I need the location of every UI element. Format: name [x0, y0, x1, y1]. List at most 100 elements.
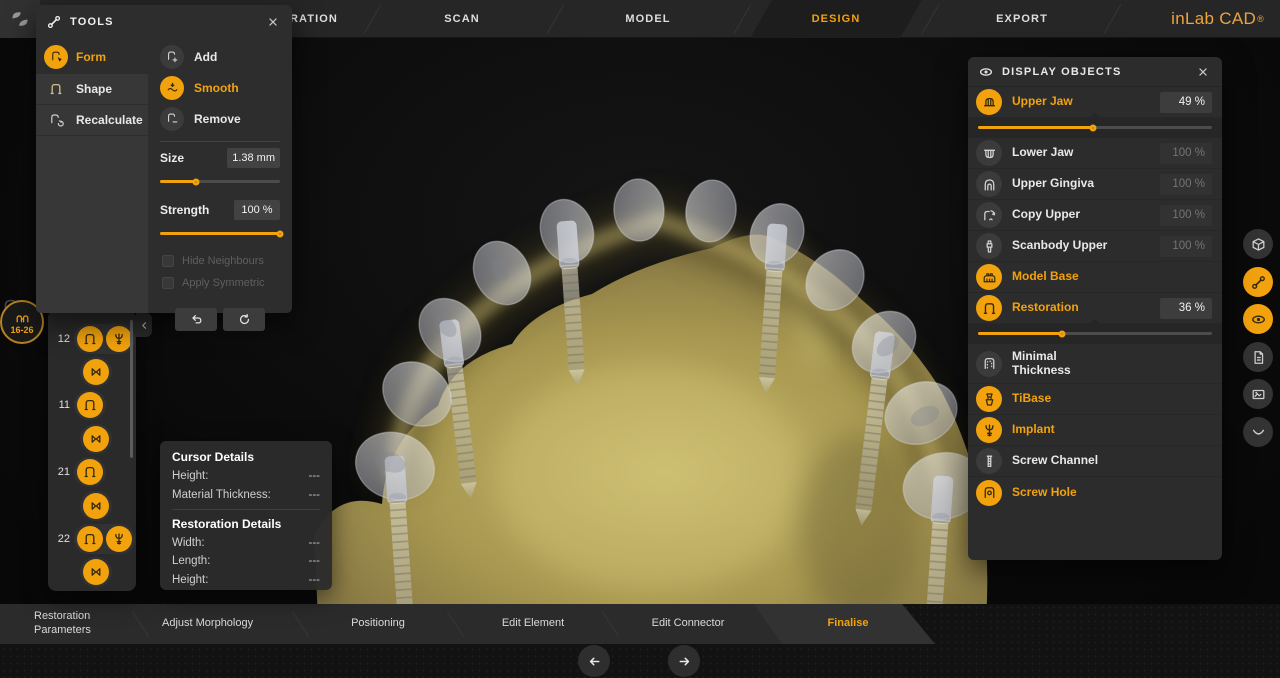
- strength-slider[interactable]: [150, 224, 290, 244]
- crown-icon[interactable]: [77, 326, 103, 352]
- tooth-number: 22: [54, 533, 70, 545]
- app-window: ADMINISTRATION SCAN MODEL DESIGN EXPORT …: [0, 0, 1280, 678]
- connector-icon[interactable]: [83, 426, 109, 452]
- tooth-number: 21: [54, 466, 70, 478]
- display-item-upper-gingiva[interactable]: Upper Gingiva 100 %: [968, 169, 1222, 200]
- item-label: Scanbody Upper: [1012, 239, 1150, 252]
- connector-icon[interactable]: [83, 559, 109, 585]
- reset-button[interactable]: [223, 308, 265, 331]
- strength-slider-knob[interactable]: [277, 230, 284, 237]
- opacity-value[interactable]: 100 %: [1160, 143, 1212, 164]
- tools-detail-column: Add Smooth Remove Size 1.38 mm Strength …: [148, 41, 292, 313]
- display-item-scanbody-upper[interactable]: Scanbody Upper 100 %: [968, 231, 1222, 262]
- undo-redo-row: [148, 308, 292, 331]
- display-item-lower-jaw[interactable]: Lower Jaw 100 %: [968, 138, 1222, 169]
- tools-toggle-button[interactable]: [1243, 267, 1273, 297]
- apply-symmetric-checkbox[interactable]: Apply Symmetric: [148, 272, 292, 294]
- display-item-model-base[interactable]: Model Base: [968, 262, 1222, 293]
- tab-export[interactable]: EXPORT: [996, 0, 1048, 38]
- size-slider[interactable]: [150, 172, 290, 192]
- tools-close-button[interactable]: [264, 13, 282, 31]
- display-item-implant[interactable]: Implant: [968, 415, 1222, 446]
- image-icon: [1250, 386, 1267, 403]
- step-adjust-morphology[interactable]: Adjust Morphology: [162, 604, 254, 644]
- connector-row: [48, 355, 136, 388]
- crown-icon[interactable]: [77, 459, 103, 485]
- step-positioning[interactable]: Positioning: [351, 604, 405, 644]
- strength-value[interactable]: 100 %: [234, 200, 280, 220]
- opacity-value[interactable]: 100 %: [1160, 205, 1212, 226]
- item-label: Model Base: [1012, 270, 1212, 283]
- tools-mode-recalculate[interactable]: Recalculate: [36, 105, 148, 136]
- tooth-number: 11: [54, 399, 70, 411]
- lower-jaw-icon: [976, 140, 1002, 166]
- undo-button[interactable]: [175, 308, 217, 331]
- step-edit-element[interactable]: Edit Element: [502, 604, 564, 644]
- strength-label: Strength: [160, 203, 209, 217]
- display-item-screw-channel[interactable]: Screw Channel: [968, 446, 1222, 477]
- item-label: Restoration: [1012, 301, 1150, 314]
- registered-mark: ®: [1257, 14, 1264, 24]
- display-close-button[interactable]: [1194, 63, 1212, 81]
- implant-icon[interactable]: [106, 326, 132, 352]
- opacity-value[interactable]: 49 %: [1160, 92, 1212, 113]
- hide-neighbours-checkbox[interactable]: Hide Neighbours: [148, 250, 292, 272]
- item-label: Screw Hole: [1012, 486, 1212, 499]
- size-slider-knob[interactable]: [193, 178, 200, 185]
- next-step-button[interactable]: [668, 645, 700, 677]
- arrow-right-icon: [677, 654, 692, 669]
- screw-hole-icon: [976, 480, 1002, 506]
- tooth-row-21: 21: [48, 456, 136, 489]
- crown-icon[interactable]: [77, 392, 103, 418]
- restoration-opacity-slider[interactable]: [968, 324, 1222, 344]
- item-label: Lower Jaw: [1012, 146, 1150, 159]
- display-item-minimal-thickness[interactable]: Minimal Thickness: [968, 344, 1222, 384]
- upper-jaw-opacity-slider[interactable]: [968, 118, 1222, 138]
- action-label: Add: [194, 50, 217, 64]
- implant-icon[interactable]: [106, 526, 132, 552]
- opacity-value[interactable]: 36 %: [1160, 298, 1212, 319]
- tools-mode-shape[interactable]: Shape: [36, 74, 148, 105]
- tab-model[interactable]: MODEL: [625, 0, 670, 38]
- tooth-row-12: 12: [48, 322, 136, 355]
- tools-action-add[interactable]: Add: [148, 41, 292, 72]
- screenshot-button[interactable]: [1243, 379, 1273, 409]
- tools-mode-form[interactable]: Form: [36, 41, 148, 72]
- connector-row: [48, 556, 136, 589]
- opacity-value[interactable]: 100 %: [1160, 174, 1212, 195]
- nav-separator: [547, 4, 565, 34]
- previous-step-button[interactable]: [578, 645, 610, 677]
- tab-scan[interactable]: SCAN: [444, 0, 480, 38]
- slider-knob[interactable]: [1089, 124, 1096, 131]
- size-value[interactable]: 1.38 mm: [227, 148, 280, 168]
- range-label: 16-26: [10, 325, 33, 335]
- step-restoration-parameters[interactable]: Restoration Parameters: [34, 604, 126, 644]
- scrollbar[interactable]: [130, 320, 133, 458]
- step-separator: [132, 611, 149, 637]
- tools-action-smooth[interactable]: Smooth: [148, 72, 292, 103]
- tools-mode-sublist: Shape Recalculate: [36, 74, 148, 313]
- scanbody-icon: [976, 233, 1002, 259]
- eye-icon: [978, 64, 994, 80]
- step-finalise[interactable]: Finalise: [828, 604, 869, 644]
- tab-design[interactable]: DESIGN: [812, 0, 861, 38]
- opacity-value[interactable]: 100 %: [1160, 236, 1212, 257]
- articulation-button[interactable]: [1243, 417, 1273, 447]
- slider-knob[interactable]: [1059, 330, 1066, 337]
- item-label: Screw Channel: [1012, 454, 1212, 467]
- tools-panel-title: TOOLS: [70, 16, 264, 28]
- recalculate-icon: [44, 108, 68, 132]
- display-item-screw-hole[interactable]: Screw Hole: [968, 477, 1222, 508]
- view-3d-button[interactable]: [1243, 229, 1273, 259]
- tools-action-remove[interactable]: Remove: [148, 103, 292, 134]
- step-edit-connector[interactable]: Edit Connector: [652, 604, 725, 644]
- connector-icon[interactable]: [83, 359, 109, 385]
- connector-icon[interactable]: [83, 493, 109, 519]
- smooth-icon: [160, 76, 184, 100]
- display-item-copy-upper[interactable]: Copy Upper 100 %: [968, 200, 1222, 231]
- documents-button[interactable]: [1243, 342, 1273, 372]
- display-objects-toggle-button[interactable]: [1243, 304, 1273, 334]
- display-item-tibase[interactable]: TiBase: [968, 384, 1222, 415]
- sirona-logo-icon: [9, 8, 31, 30]
- crown-icon[interactable]: [77, 526, 103, 552]
